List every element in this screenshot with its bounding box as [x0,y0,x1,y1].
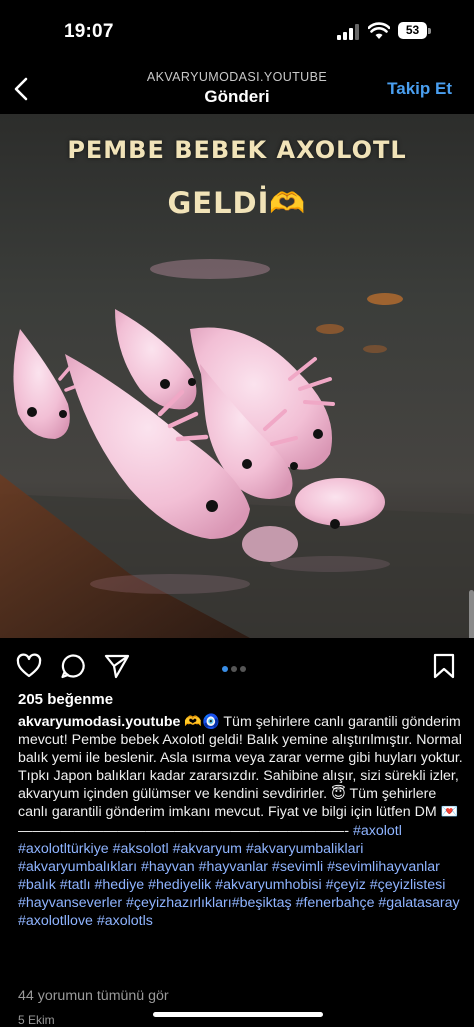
carousel-dot [240,666,246,672]
battery-icon: 53 [398,22,432,40]
scroll-indicator[interactable] [469,590,474,638]
home-indicator[interactable] [153,1012,323,1017]
bookmark-icon[interactable] [430,652,458,680]
follow-button[interactable]: Takip Et [387,79,452,99]
battery-level: 53 [398,22,427,39]
caption-divider: ———————————————————————- [18,822,350,839]
post-image[interactable]: PEMBE BEBEK AXOLOTL GELDİ🫶 [0,114,474,638]
wifi-icon [368,22,390,39]
carousel-dot-active [222,666,228,672]
status-time: 19:07 [64,21,114,42]
status-bar: 19:07 53 [0,0,474,64]
image-title: PEMBE BEBEK AXOLOTL [67,136,407,164]
nav-bar: AKVARYUMODASI.YOUTUBE Gönderi Takip Et [0,64,474,114]
share-icon[interactable] [103,652,131,680]
post-date: 5 Ekim [18,1013,55,1027]
image-subtitle: GELDİ🫶 [167,186,307,220]
post-caption: akvaryumodasi.youtube 🫶🧿 Tüm şehirlere c… [18,713,464,930]
like-count[interactable]: 205 beğenme [18,691,113,708]
carousel-dots [222,659,249,677]
heart-icon[interactable] [15,652,43,680]
comment-icon[interactable] [59,652,87,680]
cellular-signal-icon [337,24,359,40]
view-all-comments-link[interactable]: 44 yorumun tümünü gör [18,988,169,1004]
caption-username[interactable]: akvaryumodasi.youtube [18,714,180,730]
carousel-dot [231,666,237,672]
